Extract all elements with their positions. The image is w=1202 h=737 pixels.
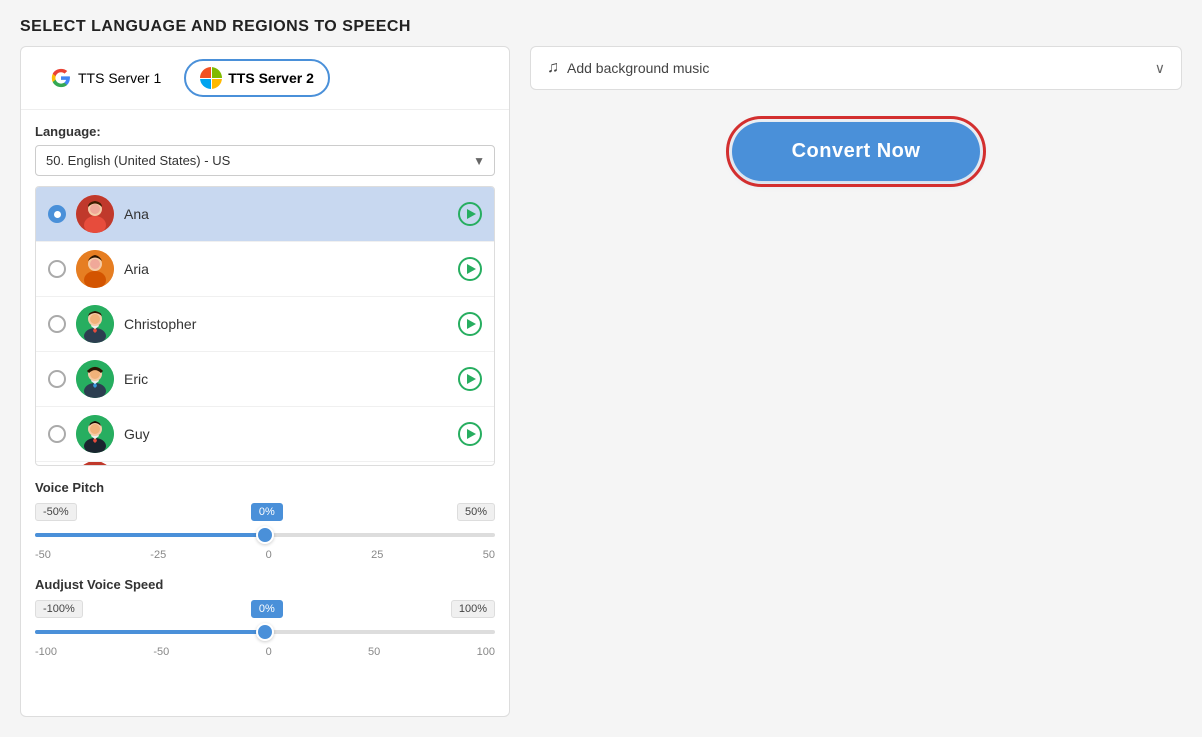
- voice-item-eric[interactable]: Eric: [36, 352, 494, 407]
- voice-pitch-current-badge: 0%: [251, 503, 283, 521]
- voice-pitch-label-1: -50: [35, 549, 51, 561]
- voice-speed-track: [35, 630, 495, 634]
- language-select[interactable]: 50. English (United States) - US 1. Arab…: [35, 145, 495, 176]
- voice-radio-eric[interactable]: [48, 370, 66, 388]
- voice-radio-christopher[interactable]: [48, 315, 66, 333]
- main-content: TTS Server 1 TTS Server 2 Language: 50. …: [0, 46, 1202, 737]
- language-select-wrapper: 50. English (United States) - US 1. Arab…: [35, 145, 495, 176]
- server-tab-2[interactable]: TTS Server 2: [184, 59, 330, 97]
- voice-avatar-ana: [76, 195, 114, 233]
- voice-item-christopher[interactable]: Christopher: [36, 297, 494, 352]
- voice-avatar-aria: [76, 250, 114, 288]
- voice-speed-label-3: 0: [266, 646, 272, 658]
- voice-item-guy[interactable]: Guy: [36, 407, 494, 462]
- play-button-eric[interactable]: [458, 367, 482, 391]
- voice-radio-ana[interactable]: [48, 205, 66, 223]
- server-tab-1[interactable]: TTS Server 1: [35, 60, 176, 96]
- voice-pitch-min-badge: -50%: [35, 503, 77, 521]
- voice-name-guy: Guy: [124, 426, 448, 442]
- play-button-guy[interactable]: [458, 422, 482, 446]
- voice-name-aria: Aria: [124, 261, 448, 277]
- page-title: SELECT LANGUAGE AND REGIONS TO SPEECH: [0, 0, 1202, 46]
- voice-pitch-track-wrapper: [35, 525, 495, 545]
- voice-radio-guy[interactable]: [48, 425, 66, 443]
- voice-pitch-max-badge: 50%: [457, 503, 495, 521]
- voice-speed-labels: -100 -50 0 50 100: [35, 646, 495, 658]
- play-button-aria[interactable]: [458, 257, 482, 281]
- convert-now-button[interactable]: Convert Now: [732, 122, 981, 181]
- chevron-down-icon: ∨: [1155, 60, 1165, 77]
- bg-music-left: ♫ Add background music: [547, 59, 709, 77]
- voice-speed-title: Audjust Voice Speed: [35, 577, 495, 592]
- voice-speed-min-badge: -100%: [35, 600, 83, 618]
- voice-pitch-label-5: 50: [483, 549, 495, 561]
- voice-list[interactable]: Ana Aria: [35, 186, 495, 466]
- voice-speed-thumb[interactable]: [256, 623, 274, 641]
- voice-pitch-label-3: 0: [266, 549, 272, 561]
- voice-pitch-thumb[interactable]: [256, 526, 274, 544]
- language-label: Language:: [35, 124, 495, 139]
- ms-icon: [200, 67, 222, 89]
- language-section: Language: 50. English (United States) - …: [21, 110, 509, 176]
- voice-speed-label-4: 50: [368, 646, 380, 658]
- voice-pitch-labels: -50 -25 0 25 50: [35, 549, 495, 561]
- voice-speed-label-2: -50: [153, 646, 169, 658]
- google-icon: [50, 67, 72, 89]
- voice-item-ana[interactable]: Ana: [36, 187, 494, 242]
- voice-speed-max-badge: 100%: [451, 600, 495, 618]
- voice-pitch-badges: -50% 0% 50%: [35, 503, 495, 521]
- server2-label: TTS Server 2: [228, 70, 314, 86]
- play-button-christopher[interactable]: [458, 312, 482, 336]
- voice-item-aria[interactable]: Aria: [36, 242, 494, 297]
- bg-music-label: Add background music: [567, 60, 709, 76]
- voice-avatar-christopher: [76, 305, 114, 343]
- voice-pitch-label-2: -25: [150, 549, 166, 561]
- voice-speed-badges: -100% 0% 100%: [35, 600, 495, 618]
- sliders-section: Voice Pitch -50% 0% 50% -50 -25 0 25: [21, 466, 509, 688]
- voice-pitch-title: Voice Pitch: [35, 480, 495, 495]
- music-note-icon: ♫: [547, 59, 559, 77]
- left-panel: TTS Server 1 TTS Server 2 Language: 50. …: [20, 46, 510, 717]
- voice-speed-fill: [35, 630, 265, 634]
- voice-pitch-fill: [35, 533, 265, 537]
- voice-pitch-group: Voice Pitch -50% 0% 50% -50 -25 0 25: [35, 480, 495, 561]
- voice-pitch-track: [35, 533, 495, 537]
- voice-speed-label-5: 100: [477, 646, 495, 658]
- right-panel: ♫ Add background music ∨ Convert Now: [530, 46, 1182, 717]
- server-tabs: TTS Server 1 TTS Server 2: [21, 47, 509, 110]
- voice-name-ana: Ana: [124, 206, 448, 222]
- voice-avatar-eric: [76, 360, 114, 398]
- voice-name-christopher: Christopher: [124, 316, 448, 332]
- background-music-bar[interactable]: ♫ Add background music ∨: [530, 46, 1182, 90]
- voice-speed-label-1: -100: [35, 646, 57, 658]
- voice-pitch-label-4: 25: [371, 549, 383, 561]
- play-button-ana[interactable]: [458, 202, 482, 226]
- server1-label: TTS Server 1: [78, 70, 161, 86]
- voice-radio-aria[interactable]: [48, 260, 66, 278]
- voice-speed-track-wrapper: [35, 622, 495, 642]
- convert-area: Convert Now: [530, 102, 1182, 181]
- voice-name-eric: Eric: [124, 371, 448, 387]
- voice-speed-group: Audjust Voice Speed -100% 0% 100% -100 -…: [35, 577, 495, 658]
- voice-avatar-guy: [76, 415, 114, 453]
- voice-speed-current-badge: 0%: [251, 600, 283, 618]
